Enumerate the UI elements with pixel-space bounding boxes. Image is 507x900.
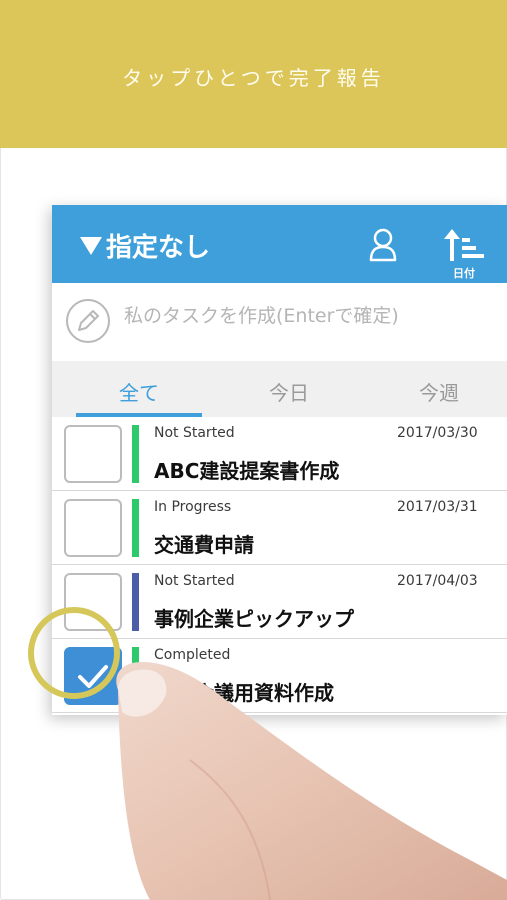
sort-ascending-icon [444,229,484,261]
task-status: Not Started [154,425,235,441]
tab-bar: 全て 今日 今週 [52,361,507,417]
filter-label: 指定なし [106,233,211,263]
dropdown-triangle-icon [80,236,102,255]
tab-today[interactable]: 今日 [219,377,359,406]
tab-this-week[interactable]: 今週 [369,377,507,406]
task-date: 2017/03/30 [397,425,478,441]
task-status: Not Started [154,573,235,589]
task-color-bar [132,647,139,705]
task-title: 事例企業ピックアップ [154,607,354,631]
task-title: 月例会議用資料作成 [154,681,334,705]
task-status: In Progress [154,499,232,515]
task-row[interactable]: Not Started 2017/03/30 ABC建設提案書作成 [52,417,507,491]
task-row[interactable]: Not Started 2017/04/03 事例企業ピックアップ [52,565,507,639]
banner-caption: タップひとつで完了報告 [122,66,385,90]
pencil-icon [66,299,110,343]
task-date: 2017/04/03 [397,573,478,589]
new-task-row [52,283,507,359]
task-color-bar [132,499,139,557]
sort-label: 日付 [453,267,475,280]
task-title: 交通費申請 [154,533,254,557]
task-title: ABC建設提案書作成 [154,459,340,483]
new-task-input[interactable] [124,305,494,327]
task-status: Completed [154,647,231,663]
task-checkbox[interactable] [64,425,122,483]
promo-banner: タップひとつで完了報告 [0,0,507,148]
task-row[interactable]: Completed 月例会議用資料作成 [52,639,507,713]
task-checkbox[interactable] [64,499,122,557]
task-panel: 指定なし 日付 全て [52,205,507,715]
task-header: 指定なし 日付 [52,205,507,283]
tab-all[interactable]: 全て [69,377,209,406]
task-date: 2017/03/31 [397,499,478,515]
tap-highlight-ring [28,607,120,699]
person-icon[interactable] [368,227,398,263]
task-row[interactable]: In Progress 2017/03/31 交通費申請 [52,491,507,565]
assignee-filter-dropdown[interactable]: 指定なし [80,227,210,264]
task-color-bar [132,573,139,631]
task-color-bar [132,425,139,483]
sort-by-date-button[interactable]: 日付 [442,225,486,280]
